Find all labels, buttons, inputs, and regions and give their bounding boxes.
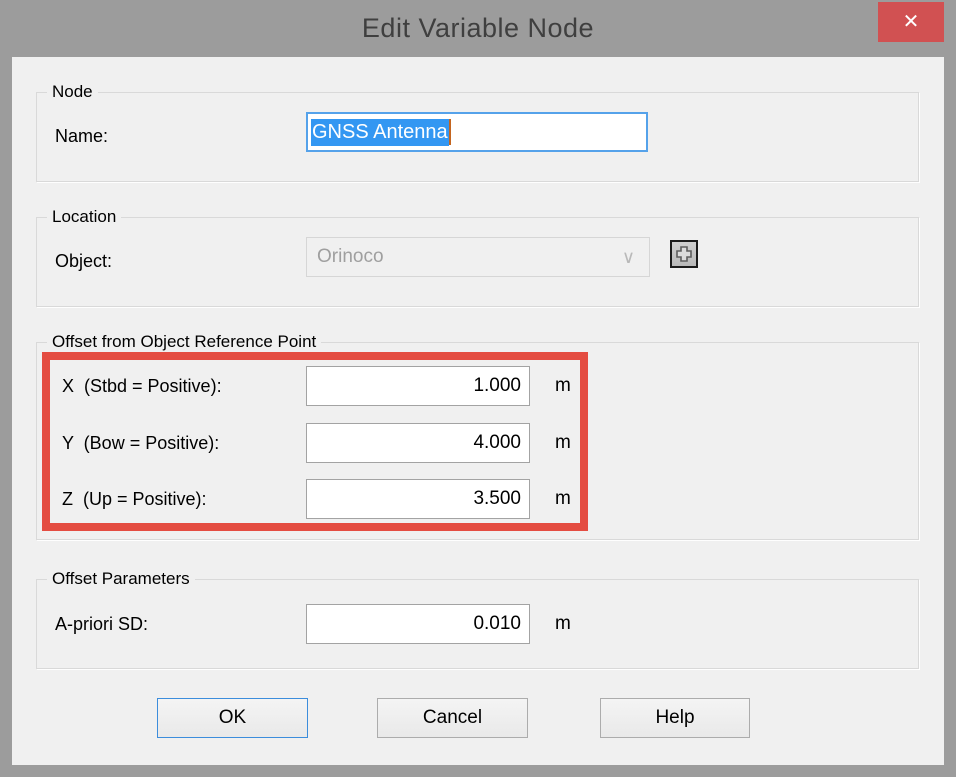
chevron-down-icon: ∨ xyxy=(622,238,635,276)
name-label: Name: xyxy=(55,125,108,147)
dialog-body: Node Name: GNSS Antenna Location Object:… xyxy=(12,57,944,765)
title-bar: Edit Variable Node ✕ xyxy=(0,0,956,57)
offset-z-unit: m xyxy=(555,488,571,510)
object-dropdown[interactable]: Orinoco ∨ xyxy=(306,237,650,277)
name-input[interactable]: GNSS Antenna xyxy=(306,112,648,152)
offset-parameters-group-label: Offset Parameters xyxy=(47,569,195,589)
cancel-button[interactable]: Cancel xyxy=(377,698,528,738)
offset-group-label: Offset from Object Reference Point xyxy=(47,332,321,352)
offset-z-input[interactable] xyxy=(306,479,530,519)
close-icon: ✕ xyxy=(903,12,920,32)
select-object-grid-button[interactable] xyxy=(670,240,698,268)
ok-button[interactable]: OK xyxy=(157,698,308,738)
offset-x-label: X (Stbd = Positive): xyxy=(62,375,222,397)
offset-z-label: Z (Up = Positive): xyxy=(62,488,207,510)
grid-plus-icon xyxy=(674,244,694,264)
apriori-sd-unit: m xyxy=(555,613,571,635)
offset-x-input[interactable] xyxy=(306,366,530,406)
location-group-label: Location xyxy=(47,207,121,227)
offset-x-unit: m xyxy=(555,375,571,397)
offset-y-input[interactable] xyxy=(306,423,530,463)
apriori-sd-label: A-priori SD: xyxy=(55,613,148,635)
object-label: Object: xyxy=(55,250,112,272)
offset-y-label: Y (Bow = Positive): xyxy=(62,432,219,454)
name-input-selected-text: GNSS Antenna xyxy=(311,119,449,146)
object-dropdown-value: Orinoco xyxy=(317,246,384,268)
node-group-label: Node xyxy=(47,82,98,102)
apriori-sd-input[interactable] xyxy=(306,604,530,644)
help-button[interactable]: Help xyxy=(600,698,750,738)
edit-variable-node-dialog: Edit Variable Node ✕ Node Name: GNSS Ant… xyxy=(0,0,956,777)
close-button[interactable]: ✕ xyxy=(878,2,944,42)
text-caret xyxy=(449,119,451,145)
offset-y-unit: m xyxy=(555,432,571,454)
page-title: Edit Variable Node xyxy=(0,0,956,57)
